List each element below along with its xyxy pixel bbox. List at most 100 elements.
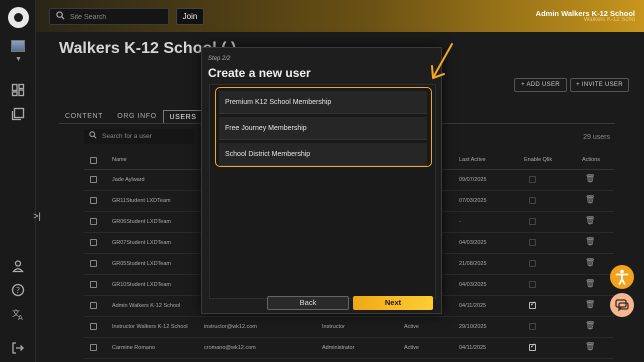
table-row[interactable]: Instructor Walkers K-12 School instructo… xyxy=(84,317,614,338)
row-last-active: 04/11/2025 xyxy=(459,303,487,309)
column-actions: Actions xyxy=(582,157,601,163)
row-name: Jade Aylward xyxy=(112,177,145,183)
create-user-modal: Step 2/2 Create a new user Premium K12 S… xyxy=(201,47,442,314)
profile-icon[interactable] xyxy=(11,259,25,273)
row-checkbox[interactable] xyxy=(90,302,97,309)
membership-option-school-district[interactable]: School District Membership xyxy=(219,143,427,166)
qlik-checkbox[interactable] xyxy=(529,342,536,351)
library-icon[interactable] xyxy=(11,107,25,121)
tab-content[interactable]: CONTENT xyxy=(59,110,109,124)
select-all-checkbox[interactable] xyxy=(90,157,97,164)
row-name: GR05Student LXDTeam xyxy=(112,261,172,267)
row-name: Admin Walkers K-12 School xyxy=(112,303,181,309)
row-last-active: 04/11/2025 xyxy=(459,345,487,351)
membership-list: Premium K12 School Membership Free Journ… xyxy=(209,84,436,299)
row-checkbox[interactable] xyxy=(90,218,97,225)
row-checkbox[interactable] xyxy=(90,239,97,246)
chat-button[interactable] xyxy=(610,293,634,317)
row-name: GR10Student LXDTeam xyxy=(112,282,172,288)
next-button[interactable]: Next xyxy=(353,296,433,310)
invite-user-button[interactable]: + INVITE USER xyxy=(570,78,629,92)
qlik-checkbox[interactable] xyxy=(529,260,536,267)
column-last-active[interactable]: Last Active xyxy=(459,157,486,163)
tab-users[interactable]: USERS xyxy=(163,110,203,124)
arrow-annotation-icon xyxy=(431,43,453,79)
join-button[interactable]: Join xyxy=(176,8,204,25)
top-header: Join Admin Walkers K-12 School Walkers K… xyxy=(36,0,644,32)
user-search-input[interactable] xyxy=(102,131,190,142)
row-checkbox[interactable] xyxy=(90,323,97,330)
modal-step: Step 2/2 xyxy=(208,56,231,62)
site-search-input[interactable] xyxy=(70,11,165,23)
row-status: Active xyxy=(404,345,419,351)
users-count: 29 users xyxy=(583,134,610,141)
site-search[interactable] xyxy=(49,8,169,25)
collapse-sidebar-icon[interactable]: >| xyxy=(30,208,44,224)
membership-option-premium[interactable]: Premium K12 School Membership xyxy=(219,91,427,114)
dashboard-icon[interactable] xyxy=(11,83,25,97)
qlik-checkbox[interactable] xyxy=(529,239,536,246)
row-checkbox[interactable] xyxy=(90,197,97,204)
table-row[interactable]: Carmine Romano cromano@wk12.com Administ… xyxy=(84,338,614,359)
logout-icon[interactable] xyxy=(11,341,25,355)
trash-icon[interactable]: 🗑 xyxy=(585,216,595,225)
search-icon xyxy=(56,11,65,22)
qlik-checkbox[interactable] xyxy=(529,281,536,288)
chat-icon xyxy=(615,299,629,312)
modal-title: Create a new user xyxy=(208,66,311,80)
help-icon[interactable]: ? xyxy=(11,283,25,297)
row-last-active: - xyxy=(459,219,461,225)
trash-icon[interactable]: 🗑 xyxy=(585,300,595,309)
trash-icon[interactable]: 🗑 xyxy=(585,258,595,267)
row-last-active: 21/08/2025 xyxy=(459,261,487,267)
back-button[interactable]: Back xyxy=(267,296,349,310)
trash-icon[interactable]: 🗑 xyxy=(585,342,595,351)
svg-text:A: A xyxy=(18,314,23,321)
row-name: GR06Student LXDTeam xyxy=(112,219,172,225)
row-checkbox[interactable] xyxy=(90,176,97,183)
column-qlik: Enable Qlik xyxy=(524,157,553,163)
accessibility-icon xyxy=(615,269,629,285)
translate-icon[interactable]: 文A xyxy=(11,307,25,322)
row-last-active: 07/03/2025 xyxy=(459,198,487,204)
tab-org-info[interactable]: ORG INFO xyxy=(111,110,163,124)
column-name[interactable]: Name xyxy=(112,157,127,163)
logo-icon[interactable] xyxy=(8,7,29,28)
membership-option-free-journey[interactable]: Free Journey Membership xyxy=(219,117,427,140)
trash-icon[interactable]: 🗑 xyxy=(585,237,595,246)
row-checkbox[interactable] xyxy=(90,281,97,288)
trash-icon[interactable]: 🗑 xyxy=(585,321,595,330)
add-user-button[interactable]: + ADD USER xyxy=(514,78,567,92)
row-status: Active xyxy=(404,324,419,330)
row-last-active: 04/03/2025 xyxy=(459,240,487,246)
accessibility-button[interactable] xyxy=(610,265,634,289)
row-role: Instructor xyxy=(322,324,345,330)
row-last-active: 09/07/2025 xyxy=(459,177,487,183)
search-icon xyxy=(89,131,97,141)
row-last-active: 04/03/2025 xyxy=(459,282,487,288)
trash-icon[interactable]: 🗑 xyxy=(585,195,595,204)
row-name: Instructor Walkers K-12 School xyxy=(112,324,188,330)
qlik-checkbox[interactable] xyxy=(529,300,536,309)
qlik-checkbox[interactable] xyxy=(529,218,536,225)
trash-icon[interactable]: 🗑 xyxy=(585,279,595,288)
row-name: Carmine Romano xyxy=(112,345,156,351)
trash-icon[interactable]: 🗑 xyxy=(585,174,595,183)
user-org: Walkers K-12 Scho xyxy=(583,17,635,23)
row-last-active: 29/10/2025 xyxy=(459,324,487,330)
row-checkbox[interactable] xyxy=(90,260,97,267)
row-name: GR11Student LXDTeam xyxy=(112,198,171,204)
row-email: instructor@wk12.com xyxy=(204,324,257,330)
org-avatar[interactable] xyxy=(11,40,25,52)
qlik-checkbox[interactable] xyxy=(529,197,536,204)
options-highlight: Premium K12 School Membership Free Journ… xyxy=(215,87,432,167)
row-name: GR07Student LXDTeam xyxy=(112,240,172,246)
qlik-checkbox[interactable] xyxy=(529,176,536,183)
sidebar: ▼ ? 文A xyxy=(0,0,36,362)
user-search[interactable] xyxy=(84,129,194,144)
svg-text:?: ? xyxy=(16,286,20,295)
chevron-down-icon[interactable]: ▼ xyxy=(15,56,22,63)
qlik-checkbox[interactable] xyxy=(529,323,536,330)
row-role: Administrator xyxy=(322,345,355,351)
row-checkbox[interactable] xyxy=(90,344,97,351)
